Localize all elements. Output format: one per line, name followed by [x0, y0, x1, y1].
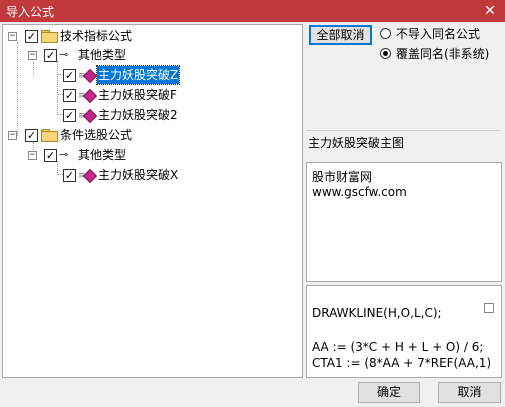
radio-overwrite[interactable]	[380, 48, 391, 59]
item-label[interactable]: 主力妖股突破X	[98, 166, 178, 184]
tree-item[interactable]: ✓ ≡ 主力妖股突破2	[3, 106, 293, 124]
formula-icon	[82, 108, 98, 124]
item-checkbox[interactable]: ✓	[63, 169, 76, 182]
code-line: CTA1 := (8*AA + 7*REF(AA,1)	[312, 356, 492, 370]
description-line: 股市财富网	[312, 170, 373, 184]
tree-subgroup[interactable]: − ✓ ⊸ 其他类型	[3, 46, 293, 64]
subgroup-checkbox[interactable]: ✓	[44, 49, 57, 62]
formula-tree[interactable]: − ✓ 技术指标公式 − ✓ ⊸ 其他类型 ✓ ≡ 主力妖股突破Z ✓ ≡ 主力…	[2, 24, 303, 378]
group-checkbox[interactable]: ✓	[25, 30, 38, 43]
folder-icon	[41, 129, 58, 142]
tree-group-indicator[interactable]: − ✓ 技术指标公式	[3, 27, 293, 45]
item-checkbox[interactable]: ✓	[63, 89, 76, 102]
window-title: 导入公式	[6, 5, 55, 19]
cancel-button[interactable]: 取消	[438, 382, 501, 403]
item-label[interactable]: 主力妖股突破Z	[95, 65, 181, 85]
code-line: DRAWKLINE(H,O,L,C);	[312, 306, 442, 320]
tree-item[interactable]: ✓ ≡ 主力妖股突破X	[3, 166, 293, 184]
collapse-icon[interactable]: −	[28, 51, 37, 60]
code-line: AA := (3*C + H + L + O) / 6;	[312, 340, 484, 354]
formula-icon	[82, 68, 98, 84]
formula-icon	[82, 88, 98, 104]
radio-no-import[interactable]	[380, 28, 391, 39]
title-bar: 导入公式 ✕	[0, 0, 505, 22]
subgroup-label: 其他类型	[78, 148, 127, 162]
formula-description[interactable]: 股市财富网 www.gscfw.com	[306, 162, 502, 282]
collapse-icon[interactable]: −	[8, 32, 17, 41]
tree-group-stock-pick[interactable]: − ✓ 条件选股公式	[3, 126, 293, 144]
formula-code-preview[interactable]: DRAWKLINE(H,O,L,C); AA := (3*C + H + L +…	[306, 285, 502, 378]
radio-no-import-label[interactable]: 不导入同名公式	[396, 25, 480, 42]
ok-button[interactable]: 确定	[358, 382, 420, 403]
import-formula-dialog: 导入公式 ✕ − ✓ 技术指标公式 − ✓ ⊸ 其他类型 ✓ ≡ 主力妖股突破Z…	[0, 0, 505, 407]
group-checkbox[interactable]: ✓	[25, 129, 38, 142]
key-icon: ⊸	[59, 148, 69, 161]
folder-icon	[41, 30, 58, 43]
subgroup-label: 其他类型	[78, 48, 127, 62]
item-checkbox[interactable]: ✓	[63, 109, 76, 122]
formula-icon	[82, 168, 98, 184]
key-icon: ⊸	[59, 48, 69, 61]
collapse-icon[interactable]: −	[28, 151, 37, 160]
group-label: 条件选股公式	[60, 128, 133, 142]
collapse-icon[interactable]: −	[8, 131, 17, 140]
cancel-all-button[interactable]: 全部取消	[309, 25, 372, 45]
item-label[interactable]: 主力妖股突破F	[98, 86, 177, 104]
tree-item[interactable]: ✓ ≡ 主力妖股突破Z	[3, 65, 293, 85]
tree-item[interactable]: ✓ ≡ 主力妖股突破F	[3, 86, 293, 104]
preview-scroll-checkbox[interactable]	[484, 303, 494, 313]
item-label[interactable]: 主力妖股突破2	[98, 106, 178, 124]
formula-name: 主力妖股突破主图	[308, 136, 405, 150]
formula-name-bar: 主力妖股突破主图	[306, 130, 500, 155]
description-line: www.gscfw.com	[312, 185, 407, 199]
group-label: 技术指标公式	[60, 29, 133, 43]
close-icon[interactable]: ✕	[475, 0, 505, 22]
radio-overwrite-label[interactable]: 覆盖同名(非系统)	[396, 45, 489, 62]
item-checkbox[interactable]: ✓	[63, 69, 76, 82]
subgroup-checkbox[interactable]: ✓	[44, 149, 57, 162]
tree-subgroup[interactable]: − ✓ ⊸ 其他类型	[3, 146, 293, 164]
